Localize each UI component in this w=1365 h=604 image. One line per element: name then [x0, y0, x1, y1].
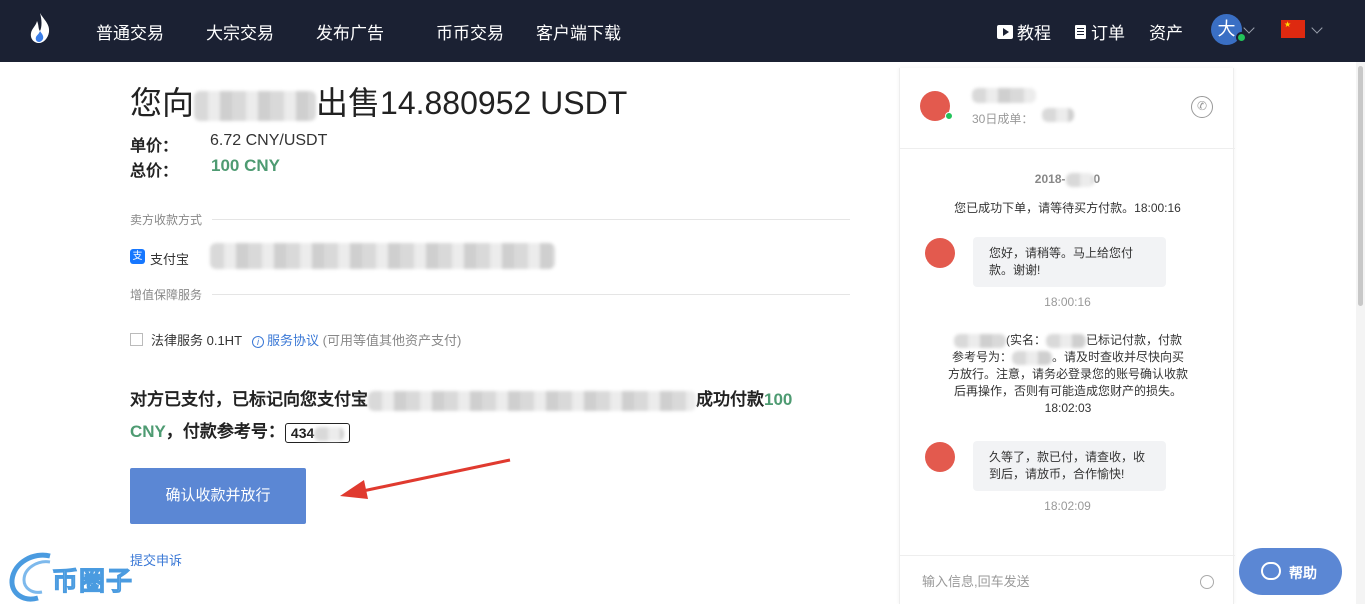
paid-text-1: 对方已支付，已标记向您支付宝	[130, 390, 368, 409]
redacted-peer-name	[972, 88, 1036, 103]
nav-item-normal-trade[interactable]: 普通交易	[96, 19, 164, 44]
redacted-alipay-account	[210, 243, 555, 269]
watermark-text: 币圈子	[51, 566, 134, 597]
help-button[interactable]: 帮助	[1239, 548, 1342, 595]
paid-text-2: 成功付款	[696, 390, 764, 409]
legal-service-label: 法律服务 0.1HT	[151, 333, 243, 348]
value-added-section: 增值保障服务	[130, 286, 850, 303]
unit-price-value: 6.72 CNY/USDT	[210, 132, 328, 149]
unit-price-label: 单价：	[130, 138, 179, 155]
payment-reference: 434	[284, 422, 351, 443]
chat-date-start: 2018-	[1034, 172, 1066, 186]
play-icon	[997, 24, 1013, 39]
payment-status-line-2: CNY，付款参考号： 434	[130, 417, 351, 443]
nav-orders-label: 订单	[1091, 24, 1125, 43]
help-label: 帮助	[1289, 565, 1317, 581]
chat-date: 2018- 0	[900, 172, 1235, 187]
chat-bubble-1: 您好，请稍等。马上给您付款。谢谢!	[973, 237, 1166, 287]
message-time-1: 18:00:16	[1044, 295, 1091, 309]
sys-paid-text-1: (实名：	[1005, 333, 1046, 347]
nav-orders-link[interactable]: 订单	[1075, 19, 1125, 44]
service-note: (可用等值其他资产支付)	[322, 333, 462, 348]
chat-input-bar	[900, 555, 1235, 604]
flame-logo-icon[interactable]	[28, 12, 52, 44]
deals-30d-label: 30日成单：	[972, 112, 1034, 126]
redacted-ref-chat	[1012, 350, 1052, 365]
redacted-date	[1065, 172, 1094, 187]
alipay-label: 支付宝	[150, 252, 190, 267]
nav-item-coin-trade[interactable]: 币币交易	[436, 19, 504, 44]
redacted-deals-count	[1042, 108, 1074, 122]
chevron-down-icon[interactable]	[1243, 22, 1255, 34]
seller-payment-section: 卖方收款方式	[130, 211, 850, 228]
document-icon	[1075, 24, 1086, 39]
info-icon: i	[252, 336, 265, 348]
nav-item-download[interactable]: 客户端下载	[536, 19, 621, 44]
nav-tutorial-label: 教程	[1017, 24, 1051, 43]
value-added-heading: 增值保障服务	[130, 288, 203, 302]
china-flag-icon[interactable]: ★	[1281, 20, 1305, 38]
title-suffix: 出售14.880952 USDT	[316, 85, 628, 121]
chat-date-end: 0	[1093, 172, 1101, 186]
chevron-down-icon[interactable]	[1311, 22, 1323, 34]
chat-panel: 30日成单： ✆ 2018- 0 您已成功下单，请等待买方付款。18:00:16 …	[899, 68, 1235, 604]
ref-label: ，付款参考号：	[165, 422, 285, 441]
peer-online-dot	[945, 112, 953, 120]
system-message-order: 您已成功下单，请等待买方付款。18:00:16	[954, 201, 1181, 215]
system-message-paid: (实名： 已标记付款，付款参考号为： 。请及时查收并尽快向买方放行。注意，请务必登录…	[948, 332, 1188, 417]
nav-assets-link[interactable]: 资产	[1149, 19, 1183, 44]
chat-bubble-icon	[1261, 562, 1281, 580]
seller-payment-heading: 卖方收款方式	[130, 213, 203, 227]
service-agreement-link[interactable]: 服务协议	[267, 333, 319, 348]
title-prefix: 您向	[130, 85, 195, 121]
online-status-dot	[1236, 32, 1247, 43]
total-price-value: 100 CNY	[211, 156, 280, 175]
paperclip-icon[interactable]	[1197, 572, 1217, 592]
order-title: 您向 出售14.880952 USDT	[130, 78, 627, 124]
redacted-account	[368, 390, 696, 411]
redacted-ref	[314, 426, 345, 441]
total-price-label: 总价：	[130, 163, 179, 180]
chat-bubble-2: 久等了，款已付，请查收，收到后，请放币，合作愉快!	[973, 441, 1166, 491]
legal-service-checkbox[interactable]	[130, 333, 143, 346]
redacted-real-name	[1045, 333, 1086, 348]
legal-service-row: 法律服务 0.1HT i 服务协议 (可用等值其他资产支付)	[151, 330, 461, 349]
page-scrollbar-thumb[interactable]	[1358, 66, 1363, 306]
peer-message-avatar	[925, 442, 955, 472]
confirm-release-button[interactable]: 确认收款并放行	[130, 468, 306, 524]
nav-item-block-trade[interactable]: 大宗交易	[206, 19, 274, 44]
message-time-2: 18:02:09	[1044, 499, 1091, 513]
peer-message-avatar	[925, 238, 955, 268]
payment-status-line-1: 对方已支付，已标记向您支付宝 成功付款100	[130, 385, 792, 411]
annotation-arrow	[340, 458, 511, 499]
redacted-buyer-name	[194, 90, 317, 121]
redacted-name	[953, 333, 1006, 348]
nav-item-post-ad[interactable]: 发布广告	[316, 19, 384, 44]
chat-header: 30日成单： ✆	[900, 68, 1235, 149]
payment-reference-value: 434	[290, 424, 315, 441]
top-nav: 普通交易 大宗交易 发布广告 币币交易 客户端下载 教程 订单 资产 大 ★	[0, 0, 1365, 62]
paid-amount-number: 100	[764, 390, 793, 409]
nav-tutorial-link[interactable]: 教程	[997, 19, 1051, 44]
paid-amount-currency: CNY	[130, 422, 166, 441]
chat-message-input[interactable]	[922, 570, 1182, 592]
alipay-icon: 支	[130, 249, 145, 264]
sys-paid-text-2: 已标记付款，付	[1085, 333, 1170, 347]
phone-icon[interactable]: ✆	[1191, 96, 1213, 118]
